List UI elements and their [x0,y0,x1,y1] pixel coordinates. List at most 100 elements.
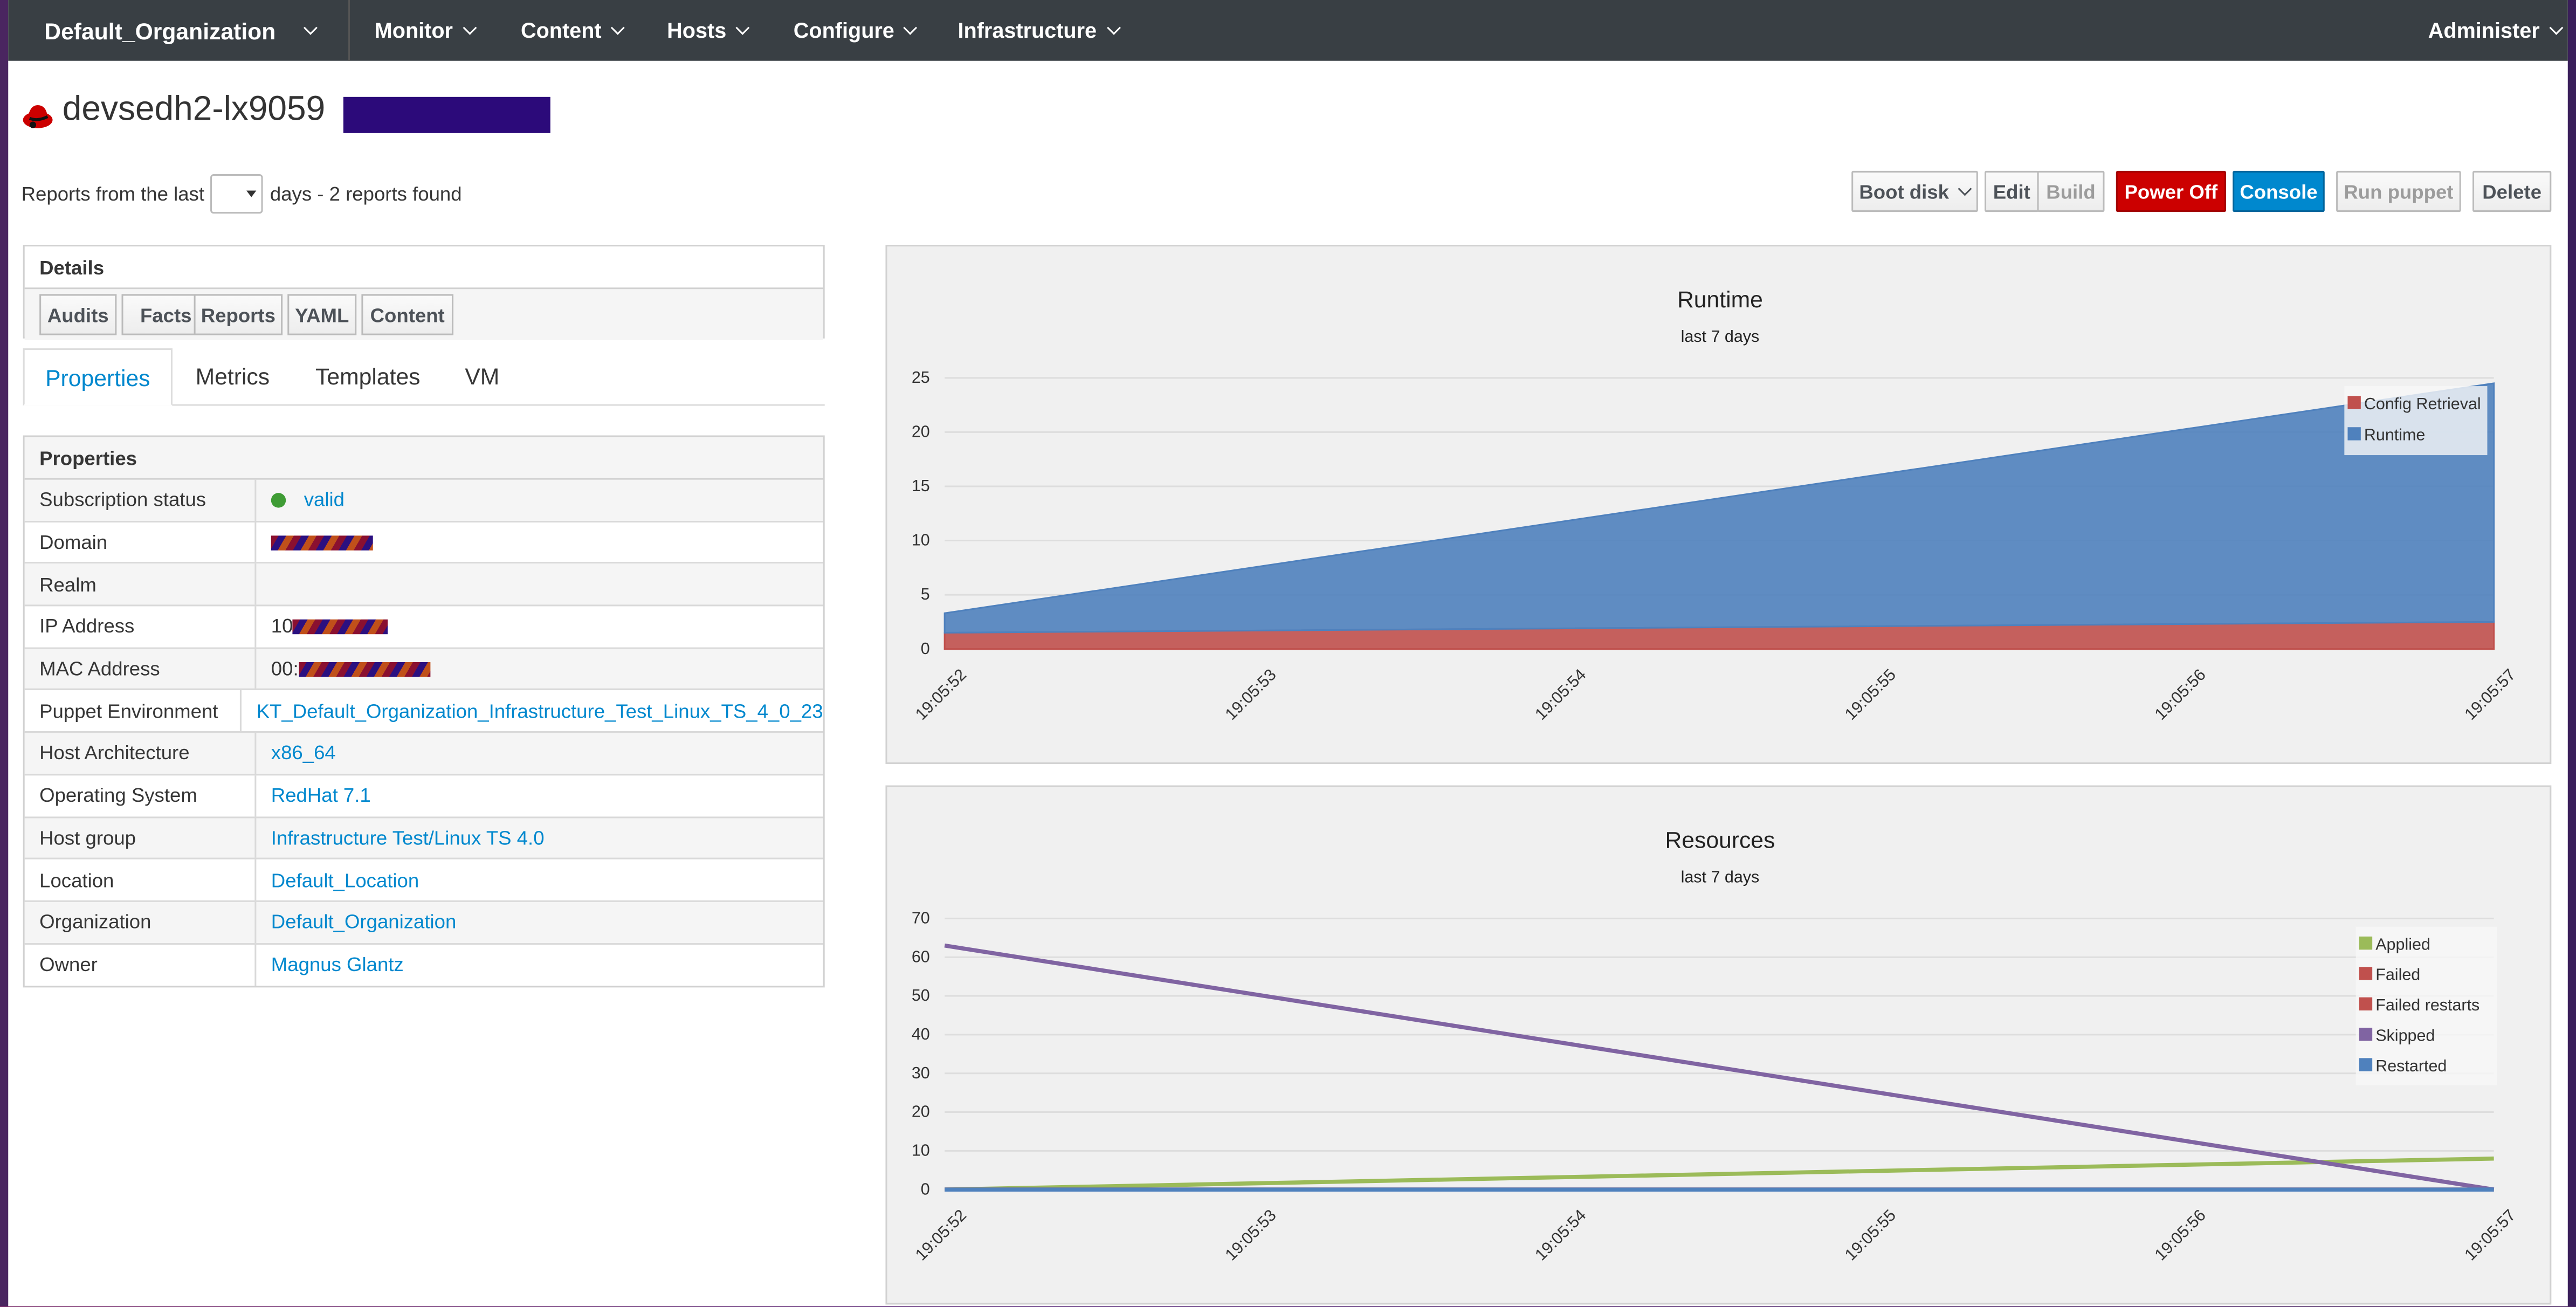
resources-chart-legend-label-4: Restarted [2375,1057,2447,1075]
resources-chart-y-tick-label: 60 [912,947,930,966]
nav-administer[interactable]: Administer [2428,0,2564,61]
table-row: Realm [24,564,823,607]
property-key: IP Address [25,606,257,647]
resources-chart-x-tick-label: 19:05:55 [1841,1206,1899,1264]
top-navbar: Default_Organization Monitor Content Hos… [8,0,2568,61]
runtime-chart-legend-label-0: Config Retrieval [2364,395,2481,413]
days-select[interactable] [211,174,264,214]
build-button[interactable]: Build [2037,170,2105,212]
resources-chart-y-tick-label: 20 [912,1103,930,1121]
runtime-chart-y-tick-label: 5 [921,585,930,603]
organization-switcher[interactable]: Default_Organization [8,0,350,61]
architecture-link[interactable]: x86_64 [256,733,336,773]
property-key: MAC Address [25,648,257,690]
resources-chart-legend-label-3: Skipped [2375,1026,2435,1044]
runtime-chart-x-tick-label: 19:05:54 [1532,665,1590,724]
console-button[interactable]: Console [2233,170,2325,212]
chevron-down-icon [611,20,625,35]
property-key: Host group [25,817,257,858]
ip-address-value: 10 [256,607,389,647]
caret-down-icon [247,190,257,197]
tab-metrics[interactable]: Metrics [196,348,270,404]
chevron-down-icon [303,20,318,35]
table-row: Owner Magnus Glantz [25,944,823,987]
mac-address-value: 00: [256,649,430,689]
tab-properties[interactable]: Properties [23,348,173,406]
runtime-chart-subtitle: last 7 days [1681,327,1760,346]
puppet-environment-link[interactable]: KT_Default_Organization_Infrastructure_T… [242,691,823,731]
status-ok-icon [271,492,286,508]
resources-chart-y-tick-label: 70 [912,909,930,927]
runtime-chart-y-tick-label: 15 [912,477,930,495]
resources-chart-legend-swatch-1 [2359,967,2373,980]
operating-system-link[interactable]: RedHat 7.1 [256,775,371,816]
runtime-chart-legend-label-1: Runtime [2364,426,2425,444]
tab-vm[interactable]: VM [465,348,499,404]
property-key: Domain [25,522,257,563]
content-button[interactable]: Content [361,294,454,335]
run-puppet-button[interactable]: Run puppet [2336,170,2461,212]
chevron-down-icon [462,20,477,35]
resources-chart: Resources last 7 days 0 10 20 30 40 50 60 70 19:05… [912,827,2519,1264]
domain-value[interactable] [256,522,373,562]
resources-chart-title: Resources [1665,827,1775,853]
nav-monitor-label: Monitor [374,18,453,43]
resources-chart-legend-label-2: Failed restarts [2375,996,2479,1014]
delete-button[interactable]: Delete [2472,170,2552,212]
table-row: Subscription status valid [24,479,823,522]
chevron-down-icon [2549,20,2564,35]
runtime-chart-y-tick-label: 20 [912,423,930,441]
runtime-chart-panel: Runtime last 7 days 0 5 10 15 20 25 19:05:52 19:0… [885,245,2552,764]
redacted-block [298,661,430,677]
page-title: devsedh2-lx9059 [62,90,326,128]
table-row: IP Address 10 [24,606,823,649]
nav-configure[interactable]: Configure [793,0,918,61]
host-tabs: Properties Metrics Templates VM [23,348,825,406]
nav-monitor[interactable]: Monitor [374,0,477,61]
ip-address-text: 10 [271,615,293,638]
nav-infrastructure-label: Infrastructure [958,18,1097,43]
property-key: Host Architecture [25,733,257,774]
owner-link[interactable]: Magnus Glantz [256,944,404,986]
host-group-link[interactable]: Infrastructure Test/Linux TS 4.0 [256,817,545,858]
organization-link[interactable]: Default_Organization [256,902,457,943]
nav-hosts[interactable]: Hosts [667,0,750,61]
details-buttons: Audits Facts Reports YAML Content [24,289,823,340]
reports-filter: Reports from the last days - 2 reports f… [22,174,462,214]
mac-address-text: 00: [271,657,299,680]
nav-configure-label: Configure [793,18,894,43]
audits-button[interactable]: Audits [39,294,117,335]
yaml-button[interactable]: YAML [287,294,357,335]
nav-content[interactable]: Content [521,0,625,61]
chevron-down-icon [1106,20,1120,35]
host-page: Default_Organization Monitor Content Hos… [0,0,2576,1306]
property-key: Puppet Environment [25,691,242,732]
edit-button[interactable]: Edit [1985,170,2039,212]
organization-label: Default_Organization [44,17,276,44]
redhat-os-icon [23,105,53,128]
boot-disk-button[interactable]: Boot disk [1851,170,1978,212]
table-row: Domain [24,522,823,565]
redacted-block [343,97,550,133]
tab-templates[interactable]: Templates [315,348,420,404]
nav-hosts-label: Hosts [667,18,727,43]
nav-infrastructure[interactable]: Infrastructure [958,0,1120,61]
window-frame-left [0,0,9,1306]
resources-chart-subtitle: last 7 days [1681,868,1760,886]
details-panel: Details Audits Facts Reports YAML Conten… [23,245,825,340]
resources-chart-y-tick-label: 0 [921,1180,930,1198]
resources-chart-panel: Resources last 7 days 0 10 20 30 40 50 60 70 19:05… [885,785,2552,1305]
property-key: Operating System [25,775,257,816]
power-off-button[interactable]: Power Off [2116,170,2226,212]
chevron-down-icon [735,20,750,35]
property-key: Subscription status [25,479,257,521]
reports-button[interactable]: Reports [194,294,283,335]
resources-chart-legend-swatch-0 [2359,936,2373,950]
resources-chart-series-line-0 [945,1156,2494,1192]
location-link[interactable]: Default_Location [256,859,419,900]
subscription-status[interactable]: valid [256,480,345,520]
table-row: Organization Default_Organization [24,902,823,944]
boot-disk-label: Boot disk [1859,180,1949,203]
resources-chart-series-line-3 [944,943,2495,1192]
resources-chart-legend-label-1: Failed [2375,966,2420,984]
